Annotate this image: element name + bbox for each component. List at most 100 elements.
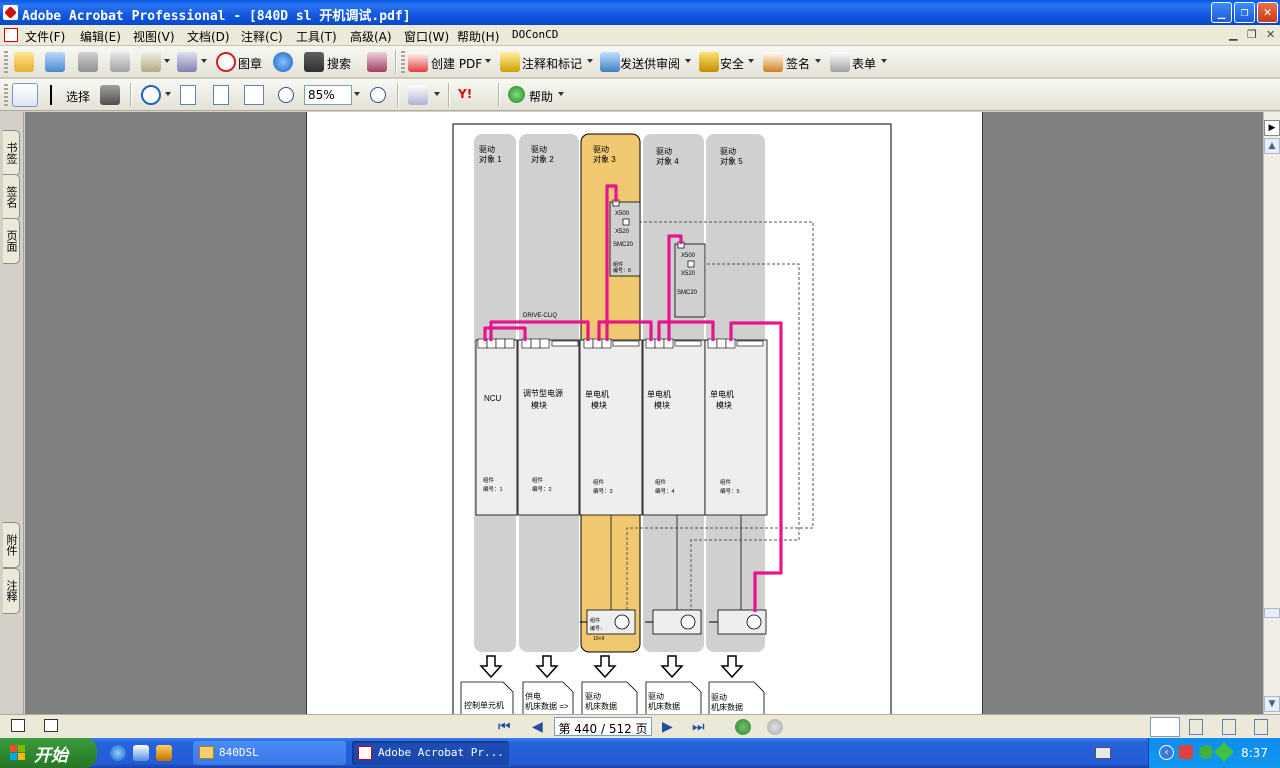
comment-icon[interactable] xyxy=(500,52,520,72)
last-page-icon[interactable]: ⏭ xyxy=(692,719,705,735)
scroll-down-icon[interactable]: ▼ xyxy=(1264,696,1280,712)
close-button[interactable]: ✕ xyxy=(1257,2,1278,23)
tab-comments[interactable]: 注释 xyxy=(3,568,20,614)
menu-help[interactable]: 帮助(H) xyxy=(457,28,499,45)
forms-icon[interactable] xyxy=(830,52,850,72)
start-button[interactable]: 开始 xyxy=(0,738,97,768)
fit-page-icon[interactable] xyxy=(213,85,229,105)
toolbar-grip[interactable] xyxy=(4,84,8,106)
readout-icon[interactable] xyxy=(367,52,387,72)
page-size-icon[interactable] xyxy=(44,719,58,732)
toolbar-grip[interactable] xyxy=(4,51,8,73)
toolbar-grip[interactable] xyxy=(401,51,405,73)
menu-edit[interactable]: 编辑(E) xyxy=(80,28,121,45)
tray-shield-icon[interactable] xyxy=(1214,742,1234,762)
keyboard-icon[interactable] xyxy=(1095,747,1111,759)
menu-tools[interactable]: 工具(T) xyxy=(296,28,337,45)
chevron-down-icon[interactable] xyxy=(165,92,171,96)
chevron-down-icon[interactable] xyxy=(485,59,491,63)
tab-signatures[interactable]: 签名 xyxy=(3,174,20,220)
menu-view[interactable]: 视图(V) xyxy=(133,28,175,45)
fit-width-icon[interactable] xyxy=(244,85,264,105)
tab-attachments[interactable]: 附件 xyxy=(3,522,20,568)
print-icon[interactable] xyxy=(110,52,130,72)
chevron-down-icon[interactable] xyxy=(881,59,887,63)
minimize-button[interactable]: _ xyxy=(1211,2,1232,23)
restore-button[interactable]: ❐ xyxy=(1234,2,1255,23)
zoom-level-input[interactable]: 85% xyxy=(304,85,352,105)
attach-icon[interactable] xyxy=(177,52,197,72)
organizer-icon[interactable] xyxy=(45,52,65,72)
taskbar-item-acrobat[interactable]: Adobe Acrobat Pr... xyxy=(352,741,509,765)
continuous-facing-icon[interactable] xyxy=(1254,719,1268,735)
chevron-down-icon[interactable] xyxy=(354,92,360,96)
tab-pages[interactable]: 页面 xyxy=(3,218,20,264)
search-label[interactable]: 搜索 xyxy=(327,55,351,72)
menu-doconcd[interactable]: DOConCD xyxy=(512,28,558,41)
stamp-label[interactable]: 图章 xyxy=(238,55,262,72)
actual-size-icon[interactable] xyxy=(180,85,196,105)
security-label[interactable]: 安全 xyxy=(720,55,744,72)
desktop-icon[interactable] xyxy=(133,745,149,761)
continuous-icon[interactable] xyxy=(1189,719,1203,735)
next-view-icon[interactable] xyxy=(767,719,783,735)
menu-document[interactable]: 文档(D) xyxy=(187,28,230,45)
send-review-icon[interactable] xyxy=(600,52,620,72)
send-review-label[interactable]: 发送供审阅 xyxy=(620,55,680,72)
lock-icon[interactable] xyxy=(699,52,719,72)
help-icon[interactable] xyxy=(508,86,525,103)
previous-view-icon[interactable] xyxy=(735,719,751,735)
sign-label[interactable]: 签名 xyxy=(786,55,810,72)
zoom-out-icon[interactable] xyxy=(278,87,294,103)
menu-file[interactable]: 文件(F) xyxy=(25,28,65,45)
chevron-down-icon[interactable] xyxy=(201,59,207,63)
zoom-in-icon[interactable] xyxy=(141,85,161,105)
next-page-icon[interactable]: ▶ xyxy=(662,719,673,735)
scroll-thumb[interactable] xyxy=(1264,608,1280,618)
single-page-icon[interactable] xyxy=(1150,717,1180,737)
select-tool-icon[interactable] xyxy=(44,85,58,105)
web-icon[interactable] xyxy=(273,52,293,72)
ie-icon[interactable] xyxy=(110,745,126,761)
binoculars-icon[interactable] xyxy=(304,52,324,72)
facing-icon[interactable] xyxy=(1222,719,1236,735)
hand-tool-icon[interactable] xyxy=(12,83,38,107)
yahoo-icon[interactable]: Y! xyxy=(458,85,490,105)
taskbar-item-840dsl[interactable]: 840DSL xyxy=(193,741,346,765)
select-label[interactable]: 选择 xyxy=(66,88,90,105)
page-layout-icon[interactable] xyxy=(11,719,25,732)
forms-label[interactable]: 表单 xyxy=(852,55,876,72)
document-view[interactable]: 驱动 对象 1 驱动 对象 2 驱动 对象 3 驱动 对象 4 驱动 对象 5 … xyxy=(25,112,1263,714)
tab-bookmarks[interactable]: 书签 xyxy=(3,130,20,176)
email-icon[interactable] xyxy=(141,52,161,72)
pen-icon[interactable] xyxy=(763,52,783,72)
menu-window[interactable]: 窗口(W) xyxy=(404,28,449,45)
menu-advanced[interactable]: 高级(A) xyxy=(350,28,392,45)
save-icon[interactable] xyxy=(78,52,98,72)
page-number-input[interactable]: 第 440 / 512 页 xyxy=(554,717,652,736)
chevron-down-icon[interactable] xyxy=(434,92,440,96)
comment-markup-label[interactable]: 注释和标记 xyxy=(522,55,582,72)
scroll-up-icon[interactable]: ▲ xyxy=(1264,138,1280,154)
chevron-down-icon[interactable] xyxy=(815,59,821,63)
snapshot-icon[interactable] xyxy=(100,85,120,105)
previous-page-icon[interactable]: ◀ xyxy=(532,719,543,735)
chevron-down-icon[interactable] xyxy=(164,59,170,63)
clock[interactable]: 8:37 xyxy=(1241,746,1268,760)
chevron-down-icon[interactable] xyxy=(748,59,754,63)
menu-comments[interactable]: 注释(C) xyxy=(241,28,283,45)
tray-expand-icon[interactable]: ‹ xyxy=(1159,745,1174,760)
zoom-in-plus-icon[interactable] xyxy=(370,87,386,103)
help-label[interactable]: 帮助 xyxy=(529,88,553,105)
doc-close-icon[interactable]: ✕ xyxy=(1266,28,1275,41)
vertical-scrollbar[interactable]: ▶ ▲ ▼ xyxy=(1263,112,1280,714)
quicklaunch-app-icon[interactable] xyxy=(156,745,172,761)
chevron-down-icon[interactable] xyxy=(587,59,593,63)
doc-restore-icon[interactable]: ❐ xyxy=(1247,28,1257,41)
create-pdf-icon[interactable] xyxy=(408,52,428,72)
chevron-down-icon[interactable] xyxy=(685,59,691,63)
create-pdf-label[interactable]: 创建 PDF xyxy=(431,55,482,72)
rotate-view-icon[interactable] xyxy=(408,85,428,105)
chevron-down-icon[interactable] xyxy=(558,92,564,96)
tray-app-icon[interactable] xyxy=(1179,745,1193,759)
